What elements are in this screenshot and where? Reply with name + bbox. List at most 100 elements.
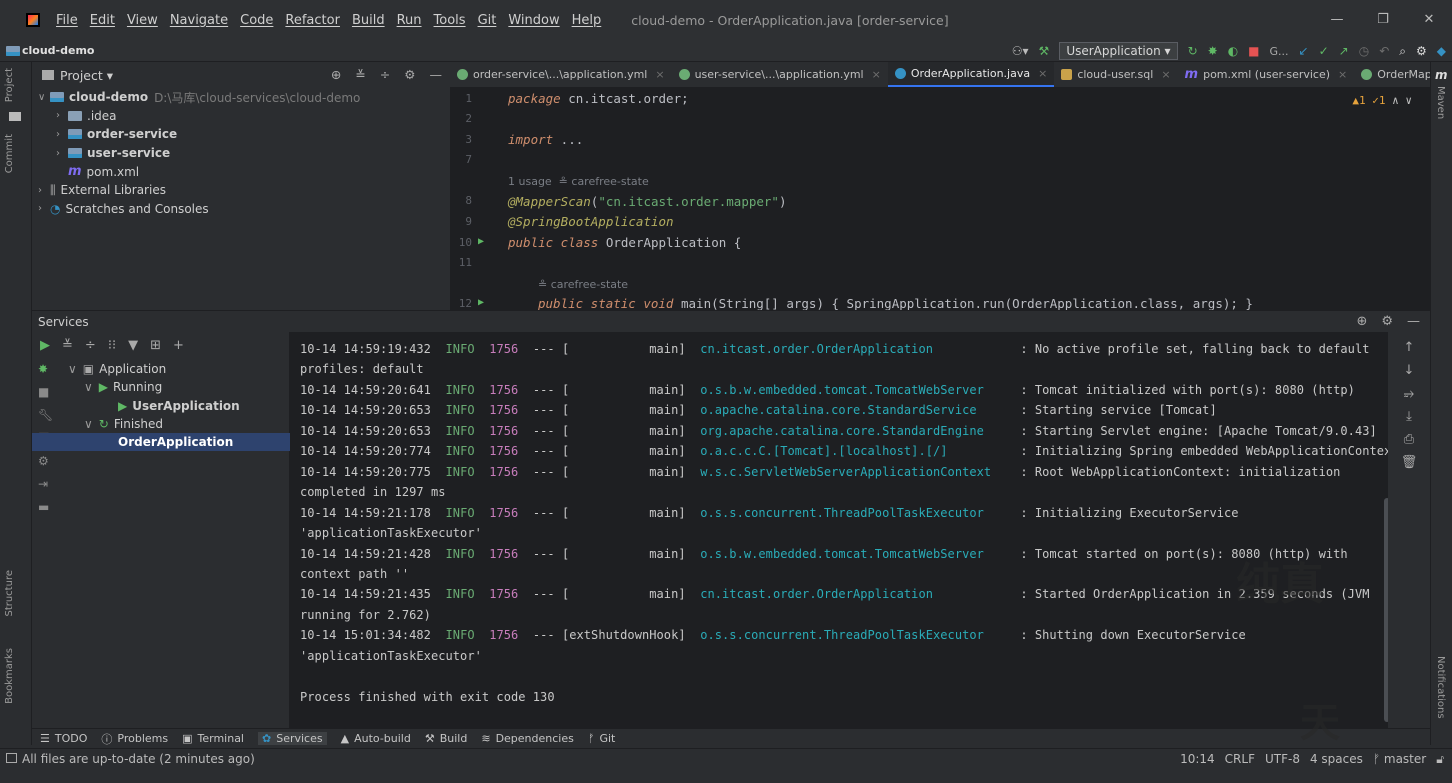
add-service-icon[interactable]: ⊕ xyxy=(1356,314,1367,329)
stop-icon[interactable]: ■ xyxy=(1248,44,1259,58)
dependencies-tab[interactable]: ≋ Dependencies xyxy=(481,732,574,745)
breadcrumb-project[interactable]: cloud-demo xyxy=(22,44,94,57)
chevron-down-icon[interactable]: ∨ xyxy=(68,362,77,376)
menu-file[interactable]: File xyxy=(56,13,78,28)
git-commit-icon[interactable]: ✓ xyxy=(1319,44,1329,58)
terminal-tab[interactable]: ▣ Terminal xyxy=(182,732,244,745)
services-tab[interactable]: ✿ Services xyxy=(258,732,327,745)
caret-position[interactable]: 10:14 xyxy=(1180,752,1215,767)
menu-code[interactable]: Code xyxy=(240,13,273,28)
console-output[interactable]: 10-14 14:59:19:432 INFO 1756 --- [ main]… xyxy=(290,332,1388,728)
usage-hint[interactable]: 1 usage ≗ carefree-state xyxy=(508,175,649,188)
tab-pom-user-service[interactable]: m pom.xml (user-service) × xyxy=(1178,62,1355,87)
debug-icon[interactable]: ✸ xyxy=(1208,44,1218,58)
collapse-all-icon[interactable]: ÷ xyxy=(85,338,96,353)
git-label[interactable]: G... xyxy=(1270,45,1289,58)
status-message[interactable]: All files are up-to-date (2 minutes ago) xyxy=(22,752,255,766)
close-tab-icon[interactable]: × xyxy=(1338,68,1347,81)
menu-window[interactable]: Window xyxy=(508,13,559,28)
run-configuration-select[interactable]: UserApplication ▾ xyxy=(1059,42,1178,60)
hide-icon[interactable]: — xyxy=(430,67,443,82)
maximize-button[interactable]: ❐ xyxy=(1360,0,1406,40)
tree-item-scratches[interactable]: › ◔ Scratches and Consoles xyxy=(32,200,450,219)
inspection-widget[interactable]: ▲1 ✓1 ∧ ∨ xyxy=(1352,94,1412,107)
indent-setting[interactable]: 4 spaces xyxy=(1310,752,1363,767)
user-icon[interactable]: ⚇▾ xyxy=(1012,44,1029,58)
tab-cloud-user-sql[interactable]: cloud-user.sql × xyxy=(1054,62,1177,87)
tree-item-pom[interactable]: m pom.xml xyxy=(32,162,450,181)
menu-run[interactable]: Run xyxy=(397,13,422,28)
service-group-application[interactable]: ∨ ▣ Application xyxy=(68,360,166,378)
coverage-icon[interactable]: ◐ xyxy=(1228,44,1238,58)
exit-icon[interactable]: ⇥ xyxy=(38,477,58,491)
panel-toggle-icon[interactable] xyxy=(6,753,17,763)
debug-icon[interactable]: ✸ xyxy=(38,362,58,376)
intellij-logo-icon[interactable] xyxy=(26,13,40,27)
filter-icon[interactable]: ▼ xyxy=(128,338,138,353)
chevron-right-icon[interactable]: › xyxy=(56,110,68,121)
run-gutter-icon[interactable]: ▶ xyxy=(478,236,484,247)
file-encoding[interactable]: UTF-8 xyxy=(1265,752,1300,767)
hide-icon[interactable]: — xyxy=(1407,314,1420,329)
soft-wrap-icon[interactable]: ⥴ xyxy=(1404,386,1414,401)
tab-order-application-yml[interactable]: order-service\...\application.yml × xyxy=(450,62,672,87)
stop-icon[interactable]: ■ xyxy=(38,385,58,399)
git-push-icon[interactable]: ↗ xyxy=(1339,44,1349,58)
chevron-down-icon[interactable]: ∨ xyxy=(84,380,93,394)
build-tab[interactable]: ⚒ Build xyxy=(425,732,468,745)
menu-view[interactable]: View xyxy=(127,13,158,28)
project-panel-title[interactable]: Project xyxy=(60,68,103,83)
close-tab-icon[interactable]: × xyxy=(655,68,664,81)
git-branch[interactable]: ᚠ master xyxy=(1373,752,1426,767)
run-gutter-icon[interactable]: ▶ xyxy=(478,297,484,308)
chevron-right-icon[interactable]: › xyxy=(38,203,50,214)
gear-icon[interactable]: ⚙ xyxy=(1416,44,1427,58)
wrench-icon[interactable]: 🔧︎ xyxy=(38,408,58,422)
search-icon[interactable]: ⌕ xyxy=(1399,44,1406,59)
minimize-button[interactable]: — xyxy=(1314,0,1360,40)
menu-build[interactable]: Build xyxy=(352,13,385,28)
threads-icon[interactable]: ⚙ xyxy=(38,454,58,468)
author-hint[interactable]: ≗ carefree-state xyxy=(538,278,628,291)
maven-tool-tab[interactable]: Maven xyxy=(1435,86,1446,119)
service-order-application[interactable]: OrderApplication xyxy=(32,433,290,451)
tree-item-order-service[interactable]: › order-service xyxy=(32,125,450,144)
git-update-icon[interactable]: ↙ xyxy=(1299,44,1309,58)
history-icon[interactable]: ◷ xyxy=(1359,44,1369,58)
close-tab-icon[interactable]: × xyxy=(872,68,881,81)
menu-edit[interactable]: Edit xyxy=(90,13,115,28)
settings-icon[interactable]: ⚙ xyxy=(1381,314,1393,329)
run-icon[interactable]: ▶ xyxy=(40,338,50,353)
close-button[interactable]: ✕ xyxy=(1406,0,1452,40)
maven-icon[interactable]: m xyxy=(1435,68,1448,82)
tree-item-user-service[interactable]: › user-service xyxy=(32,144,450,163)
trash-icon[interactable]: 🗑︎ xyxy=(1401,455,1418,470)
menu-tools[interactable]: Tools xyxy=(434,13,466,28)
menu-refactor[interactable]: Refactor xyxy=(285,13,340,28)
chevron-right-icon[interactable]: › xyxy=(56,148,68,159)
collapse-all-icon[interactable]: ÷ xyxy=(380,67,390,82)
commit-tool-tab[interactable]: Commit xyxy=(4,134,15,173)
menu-git[interactable]: Git xyxy=(478,13,497,28)
service-group-finished[interactable]: ∨ ↻ Finished xyxy=(84,415,163,433)
line-separator[interactable]: CRLF xyxy=(1225,752,1255,767)
tab-order-application-java[interactable]: OrderApplication.java × xyxy=(887,62,1055,87)
chevron-down-icon[interactable]: ∨ xyxy=(84,417,93,431)
service-user-application[interactable]: ▶ UserApplication xyxy=(118,397,240,415)
lock-icon[interactable]: 🔓︎ xyxy=(1436,752,1444,767)
service-group-running[interactable]: ∨ ▶ Running xyxy=(84,378,162,396)
expand-all-icon[interactable]: ≚ xyxy=(62,338,73,353)
chevron-down-icon[interactable]: ∨ xyxy=(38,92,50,103)
print-icon[interactable]: ⎙ xyxy=(1404,432,1414,447)
problems-tab[interactable]: ⓘ Problems xyxy=(101,731,168,747)
rerun-icon[interactable]: ↻ xyxy=(1188,44,1198,58)
auto-build-tab[interactable]: ▲ Auto-build xyxy=(341,732,411,745)
expand-all-icon[interactable]: ≚ xyxy=(355,67,365,82)
add-icon[interactable]: + xyxy=(173,338,184,353)
locate-icon[interactable]: ⊕ xyxy=(331,67,341,82)
layout-icon[interactable]: ▬ xyxy=(38,500,58,514)
scroll-up-icon[interactable]: ↑ xyxy=(1404,340,1415,355)
scroll-down-icon[interactable]: ↓ xyxy=(1404,363,1415,378)
menu-help[interactable]: Help xyxy=(572,13,602,28)
build-hammer-icon[interactable]: ⚒ xyxy=(1039,44,1050,58)
